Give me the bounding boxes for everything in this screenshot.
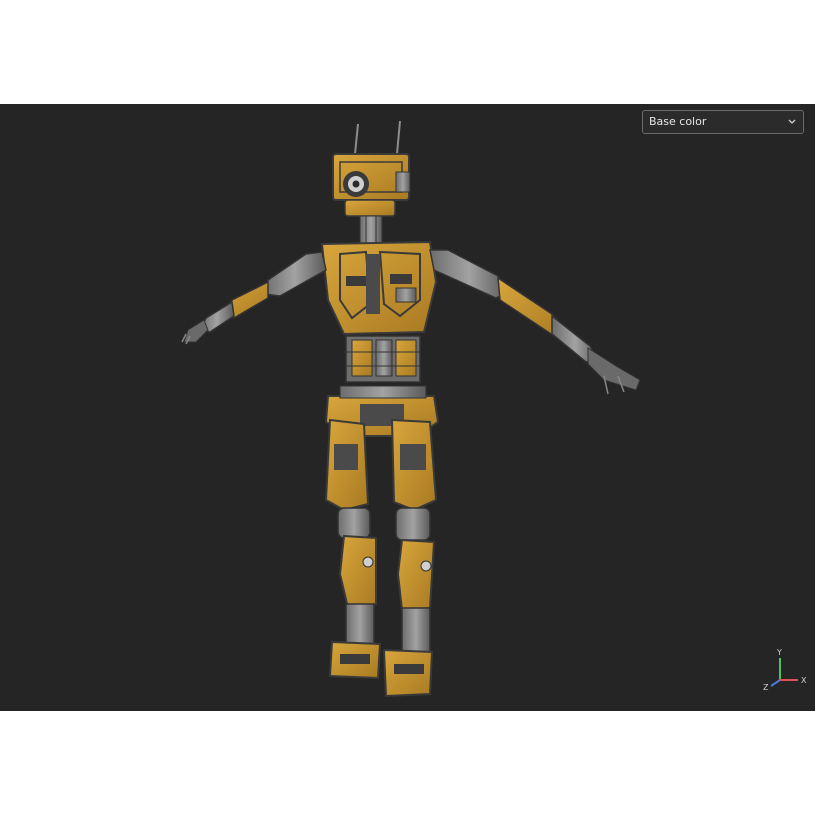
robot-arm-left — [181, 251, 327, 345]
axis-gizmo: Y X Z — [763, 648, 807, 692]
robot-abdomen — [345, 335, 421, 383]
channel-select-value: Base color — [649, 115, 707, 128]
channel-select-dropdown[interactable]: Base color — [642, 110, 804, 134]
robot-neck — [359, 215, 383, 245]
robot-antennas — [354, 120, 401, 155]
robot-head — [332, 153, 411, 217]
axis-z-line — [770, 679, 781, 687]
axis-x-label: X — [801, 676, 807, 685]
robot-leg-left — [324, 418, 382, 680]
axis-z-label: Z — [763, 683, 769, 692]
robot-torso — [320, 240, 438, 336]
robot-leg-right — [382, 418, 438, 698]
robot-arm-right — [429, 249, 641, 395]
robot-model[interactable] — [0, 104, 815, 711]
axis-y-label: Y — [776, 648, 782, 657]
chevron-down-icon — [788, 119, 796, 124]
3d-viewport[interactable]: Base color Y X Z — [0, 104, 815, 711]
